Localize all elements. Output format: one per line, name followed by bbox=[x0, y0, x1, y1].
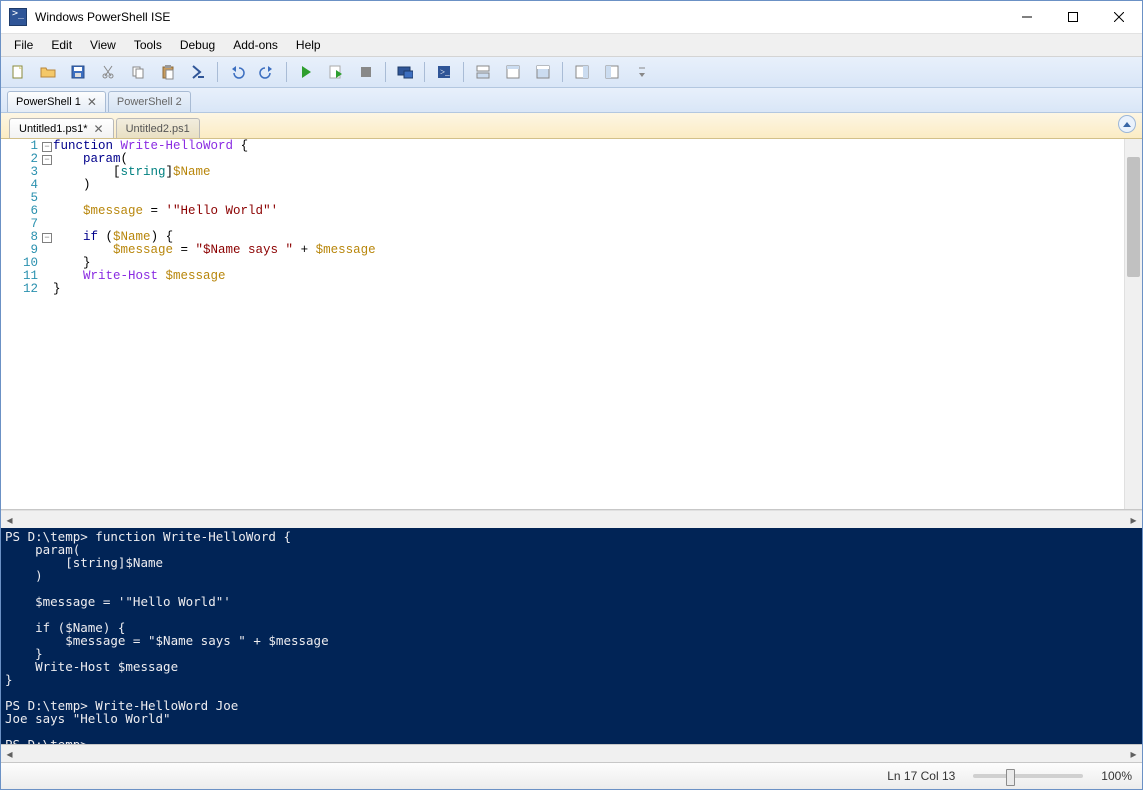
code-editor[interactable]: function Write-HelloWord { param( [strin… bbox=[53, 139, 1124, 509]
window-controls bbox=[1004, 1, 1142, 33]
console-pane[interactable]: PS D:\temp> function Write-HelloWord { p… bbox=[1, 528, 1142, 744]
menubar: FileEditViewToolsDebugAdd-onsHelp bbox=[1, 34, 1142, 57]
stop-button[interactable] bbox=[352, 60, 380, 84]
toolbar-separator bbox=[463, 62, 464, 82]
remote-button[interactable] bbox=[391, 60, 419, 84]
open-file-button[interactable] bbox=[34, 60, 62, 84]
toolbar-separator bbox=[424, 62, 425, 82]
tab-label: Untitled1.ps1* bbox=[19, 123, 88, 135]
tab-label: PowerShell 2 bbox=[117, 96, 182, 108]
tab-label: Untitled2.ps1 bbox=[126, 123, 190, 135]
fold-gutter: −−− bbox=[41, 139, 53, 509]
tab-close-icon[interactable]: ✕ bbox=[87, 97, 97, 107]
window-root: Windows PowerShell ISE FileEditViewTools… bbox=[0, 0, 1143, 790]
scroll-right-icon[interactable]: ▸ bbox=[1125, 511, 1142, 528]
line-number-gutter: 123456789101112 bbox=[1, 139, 41, 509]
show-cmd-addon-button[interactable] bbox=[598, 60, 626, 84]
run-button[interactable] bbox=[292, 60, 320, 84]
editor-horizontal-scrollbar[interactable]: ◂ ▸ bbox=[1, 510, 1142, 528]
zoom-slider[interactable] bbox=[973, 774, 1083, 778]
powershell-tabs: PowerShell 1 ✕ PowerShell 2 bbox=[1, 88, 1142, 113]
toolbar-separator bbox=[217, 62, 218, 82]
toolbar-separator bbox=[286, 62, 287, 82]
cut-button[interactable] bbox=[94, 60, 122, 84]
copy-button[interactable] bbox=[124, 60, 152, 84]
cursor-position: Ln 17 Col 13 bbox=[887, 769, 955, 783]
new-file-button[interactable] bbox=[4, 60, 32, 84]
svg-text:>_: >_ bbox=[440, 67, 450, 77]
expand-script-pane-button[interactable] bbox=[1118, 115, 1136, 133]
menu-item-tools[interactable]: Tools bbox=[125, 34, 171, 56]
file-tab[interactable]: Untitled1.ps1* ✕ bbox=[9, 118, 114, 138]
menu-item-help[interactable]: Help bbox=[287, 34, 330, 56]
powershell-tab[interactable]: PowerShell 1 ✕ bbox=[7, 91, 106, 112]
editor-vertical-scrollbar[interactable] bbox=[1124, 139, 1142, 509]
layout-script-button[interactable] bbox=[499, 60, 527, 84]
app-icon bbox=[9, 8, 27, 26]
file-tabs: Untitled1.ps1* ✕ Untitled2.ps1 bbox=[1, 113, 1142, 139]
fold-toggle[interactable]: − bbox=[41, 153, 53, 166]
fold-toggle[interactable]: − bbox=[41, 231, 53, 244]
statusbar: Ln 17 Col 13 100% bbox=[1, 762, 1142, 789]
run-ps-button[interactable] bbox=[184, 60, 212, 84]
scroll-left-icon[interactable]: ◂ bbox=[1, 745, 18, 762]
maximize-button[interactable] bbox=[1050, 1, 1096, 33]
fold-toggle[interactable]: − bbox=[41, 140, 53, 153]
zoom-level: 100% bbox=[1101, 769, 1132, 783]
tab-label: PowerShell 1 bbox=[16, 96, 81, 108]
menu-item-debug[interactable]: Debug bbox=[171, 34, 224, 56]
minimize-button[interactable] bbox=[1004, 1, 1050, 33]
layout-both-button[interactable] bbox=[469, 60, 497, 84]
script-editor-pane: 123456789101112 −−− function Write-Hello… bbox=[1, 139, 1142, 510]
window-title: Windows PowerShell ISE bbox=[35, 10, 1004, 24]
toolbar-separator bbox=[562, 62, 563, 82]
show-cmd-button[interactable] bbox=[568, 60, 596, 84]
powershell-tab[interactable]: PowerShell 2 bbox=[108, 91, 191, 112]
tab-close-icon[interactable]: ✕ bbox=[94, 124, 104, 134]
console-horizontal-scrollbar[interactable]: ◂ ▸ bbox=[1, 744, 1142, 762]
save-button[interactable] bbox=[64, 60, 92, 84]
menu-item-file[interactable]: File bbox=[5, 34, 42, 56]
toolbar: >_ bbox=[1, 57, 1142, 88]
redo-button[interactable] bbox=[253, 60, 281, 84]
layout-console-button[interactable] bbox=[529, 60, 557, 84]
paste-button[interactable] bbox=[154, 60, 182, 84]
undo-button[interactable] bbox=[223, 60, 251, 84]
toolbar-separator bbox=[385, 62, 386, 82]
file-tab[interactable]: Untitled2.ps1 bbox=[116, 118, 200, 138]
menu-item-addons[interactable]: Add-ons bbox=[224, 34, 287, 56]
scroll-left-icon[interactable]: ◂ bbox=[1, 511, 18, 528]
run-selection-button[interactable] bbox=[322, 60, 350, 84]
titlebar: Windows PowerShell ISE bbox=[1, 1, 1142, 34]
overflow-button[interactable] bbox=[628, 60, 656, 84]
open-console-button[interactable]: >_ bbox=[430, 60, 458, 84]
scroll-right-icon[interactable]: ▸ bbox=[1125, 745, 1142, 762]
menu-item-edit[interactable]: Edit bbox=[42, 34, 81, 56]
close-button[interactable] bbox=[1096, 1, 1142, 33]
menu-item-view[interactable]: View bbox=[81, 34, 125, 56]
